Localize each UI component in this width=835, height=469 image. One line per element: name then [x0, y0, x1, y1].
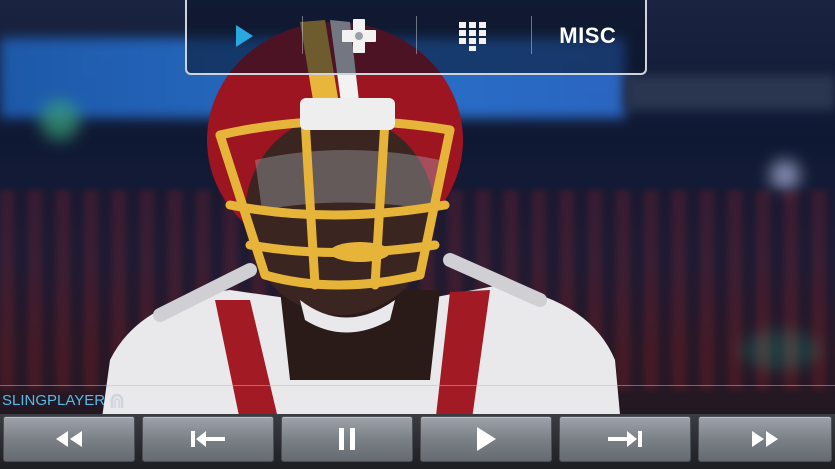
brand-label: SLINGPLAYER — [2, 392, 106, 409]
rewind-icon — [56, 431, 82, 447]
play-icon — [236, 24, 254, 47]
fast-forward-button[interactable] — [698, 416, 832, 462]
dpad-tab[interactable] — [301, 0, 417, 73]
keypad-tab[interactable] — [416, 0, 531, 73]
skip-back-icon — [191, 431, 225, 447]
rewind-button[interactable] — [3, 416, 135, 462]
divider — [0, 385, 835, 386]
skip-back-button[interactable] — [142, 416, 274, 462]
misc-tab-label: MISC — [559, 22, 617, 48]
play-icon — [477, 427, 496, 451]
pause-button[interactable] — [281, 416, 413, 462]
fast-forward-icon — [752, 431, 778, 447]
pause-icon — [339, 428, 355, 450]
top-menu-bar: MISC — [185, 0, 647, 75]
play-button[interactable] — [420, 416, 552, 462]
playback-controls — [0, 414, 835, 469]
play-mode-tab[interactable] — [187, 0, 302, 73]
skip-forward-icon — [608, 431, 642, 447]
misc-tab[interactable]: MISC — [530, 0, 646, 73]
dpad-icon — [341, 18, 376, 53]
slingplayer-brand: SLINGPLAYER — [2, 392, 125, 409]
slingbox-logo-icon — [110, 393, 124, 408]
skip-forward-button[interactable] — [559, 416, 691, 462]
keypad-grid-icon — [459, 21, 487, 51]
